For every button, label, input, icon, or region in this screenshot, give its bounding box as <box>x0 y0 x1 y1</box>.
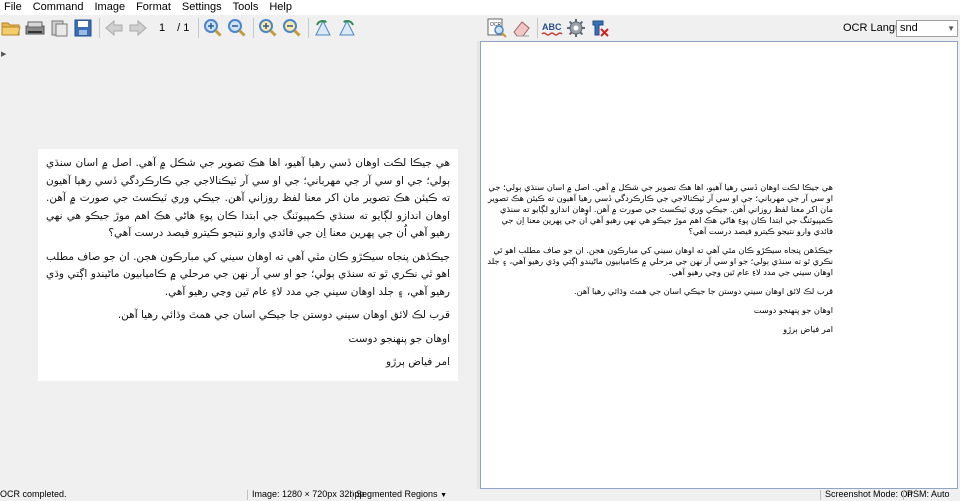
ocr-output-textarea[interactable]: هي جيڪا لڪت اوهان ڏسي رهيا آهيو، اها هڪ … <box>480 41 958 489</box>
remove-line-breaks-icon[interactable] <box>589 17 611 39</box>
settings-gear-icon[interactable] <box>565 17 587 39</box>
zoom-out-icon[interactable] <box>226 17 248 39</box>
toolbar-separator <box>537 18 538 38</box>
fit-to-window-icon[interactable] <box>281 17 303 39</box>
image-toolbar: 1 / 1 <box>0 15 476 41</box>
chevron-down-icon: ▼ <box>947 24 955 33</box>
image-panel[interactable]: ▶ هي جيڪا لڪت اوهان ڏسي رهيا آهيو، اها ه… <box>0 41 477 489</box>
loaded-image[interactable]: هي جيڪا لڪت اوهان ڏسي رهيا آهيو، اها هڪ … <box>38 149 458 381</box>
ocr-language-value: snd <box>900 22 918 34</box>
page-total: / 1 <box>177 22 190 34</box>
paste-icon[interactable] <box>48 17 70 39</box>
save-icon[interactable] <box>72 17 94 39</box>
actual-size-icon[interactable] <box>257 17 279 39</box>
ocr-recognize-icon[interactable]: OCR <box>486 17 508 39</box>
psm-mode[interactable]: PSM: Auto <box>907 489 950 500</box>
menu-bar: File Command Image Format Settings Tools… <box>0 0 960 15</box>
status-divider <box>820 490 821 500</box>
ocr-paragraph: هي جيڪا لڪت اوهان ڏسي رهيا آهيو، اها هڪ … <box>487 182 833 236</box>
menu-file[interactable]: File <box>0 0 28 15</box>
segmentation-mode[interactable]: Segmented Regions ▼ <box>356 489 447 501</box>
status-bar: OCR completed. Image: 1280 × 720px 32bpp… <box>0 489 960 500</box>
status-divider <box>352 490 353 500</box>
status-message: OCR completed. <box>0 489 67 499</box>
menu-format[interactable]: Format <box>131 0 177 15</box>
menu-command[interactable]: Command <box>28 0 90 15</box>
menu-settings[interactable]: Settings <box>177 0 228 15</box>
ocr-paragraph: اوهان جو پنهنجو دوست <box>753 305 833 315</box>
ocr-paragraph: قرب لڪ لائق اوهان سيني دوستن جا جيڪي اسا… <box>574 286 833 296</box>
image-paragraph: اوهان جو پنهنجو دوست <box>348 332 450 345</box>
status-divider <box>903 490 904 500</box>
rotate-right-icon[interactable] <box>336 17 358 39</box>
image-paragraph: جيڪڏهن پنجاه سيڪڙو ڪان مٿي آهي ته اوهان … <box>46 250 450 298</box>
svg-text:ABC: ABC <box>542 22 562 32</box>
menu-tools[interactable]: Tools <box>228 0 265 15</box>
image-paragraph: هي جيڪا لڪت اوهان ڏسي رهيا آهيو، اها هڪ … <box>46 157 450 239</box>
spellcheck-icon[interactable]: ABC <box>541 17 563 39</box>
ocr-language-select[interactable]: snd ▼ <box>896 20 958 37</box>
scan-icon[interactable] <box>24 17 46 39</box>
ocr-output-text: هي جيڪا لڪت اوهان ڏسي رهيا آهيو، اها هڪ … <box>481 182 833 343</box>
previous-page-icon[interactable] <box>103 17 125 39</box>
status-divider <box>247 490 248 500</box>
ocr-paragraph: امر فياض ٻرڙو <box>783 324 833 334</box>
toolbar-separator <box>99 18 100 38</box>
menu-image[interactable]: Image <box>89 0 131 15</box>
eraser-icon[interactable] <box>510 17 532 39</box>
scroll-arrow-icon: ▶ <box>1 51 7 58</box>
screenshot-mode[interactable]: Screenshot Mode: On <box>825 489 913 500</box>
image-paragraph: امر فياض ٻرڙو <box>386 356 450 368</box>
page-number-field[interactable]: 1 <box>157 22 167 34</box>
menu-help[interactable]: Help <box>264 0 298 15</box>
ocr-paragraph: جيڪڏهن پنجاه سيڪڙو ڪان مٿي آهي ته اوهان … <box>487 245 833 277</box>
toolbar-separator <box>253 18 255 38</box>
chevron-down-icon: ▼ <box>440 492 448 499</box>
next-page-icon[interactable] <box>127 17 149 39</box>
open-folder-icon[interactable] <box>0 17 22 39</box>
rotate-left-icon[interactable] <box>312 17 334 39</box>
zoom-in-icon[interactable] <box>202 17 224 39</box>
toolbar-separator <box>308 18 310 38</box>
toolbar-separator <box>198 18 200 38</box>
image-paragraph: قرب لڪ لائق اوهان سيني دوستن جا جيڪي اسا… <box>117 309 450 321</box>
image-info: Image: 1280 × 720px 32bpp <box>252 489 365 499</box>
segmentation-label: Segmented Regions <box>356 489 438 499</box>
